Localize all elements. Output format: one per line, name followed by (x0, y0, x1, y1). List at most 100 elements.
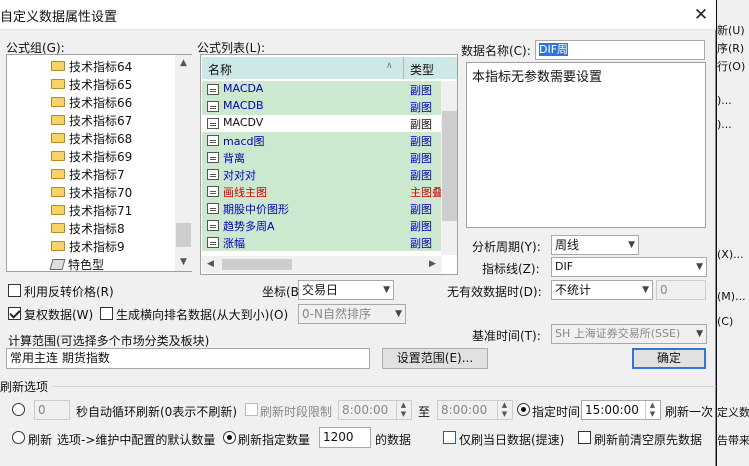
set-range-button[interactable]: 设置范围(E)... (382, 348, 488, 369)
formula-name: 期股中价图形 (223, 203, 289, 216)
table-row[interactable]: MACDB 副图 (202, 98, 442, 115)
formula-list[interactable]: 名称 ∧ 类型 MACDA 副图 MACDB 副图 MACDV 副图 macd图 副图 背离 副图… (200, 54, 458, 275)
loop-refresh-radio[interactable] (12, 403, 25, 416)
bg-label-def: 定义数 (717, 406, 749, 419)
tree-item[interactable]: 技术指标8 (51, 219, 125, 237)
bg-label-c: (C) (717, 315, 734, 328)
formula-type: 副图 (410, 118, 432, 131)
seconds-field[interactable]: 0 (34, 400, 70, 420)
restore-rights-label: 复权数据(W) (24, 308, 94, 322)
tree-item[interactable]: 技术指标70 (51, 183, 132, 201)
scroll-left-icon[interactable]: ◀ (202, 256, 219, 273)
folder-icon (51, 61, 65, 71)
folder-icon (51, 79, 65, 89)
tree-item[interactable]: 技术指标65 (51, 75, 132, 93)
coord-select[interactable]: 交易日 ▼ (298, 280, 394, 300)
folder-icon (51, 151, 65, 161)
tree-item[interactable]: 技术指标69 (51, 147, 132, 165)
ok-button[interactable]: 确定 (632, 348, 706, 369)
refresh-label: 刷新 (28, 433, 53, 447)
tree-scrollbar[interactable]: ▲ ▼ (175, 55, 192, 271)
table-row[interactable]: 涨幅 副图 (202, 234, 442, 251)
formula-type: 主图叠 (410, 186, 442, 199)
period-select[interactable]: 周线 ▼ (551, 235, 639, 255)
rank-select[interactable]: 0-N自然排序 ▼ (298, 304, 406, 324)
base-time-label: 基准时间(T): (472, 329, 541, 343)
scroll-right-icon[interactable]: ▶ (424, 256, 441, 273)
default-refresh-radio[interactable] (12, 431, 25, 444)
formula-icon (207, 237, 219, 248)
table-row[interactable]: 背离 副图 (202, 149, 442, 166)
tree-item[interactable]: 技术指标9 (51, 237, 125, 255)
special-type-icon (49, 258, 66, 270)
col-name-header[interactable]: 名称 (208, 61, 232, 78)
coord-value: 交易日 (302, 283, 339, 297)
reverse-price-checkbox[interactable] (8, 284, 21, 297)
table-row[interactable]: macd图 副图 (202, 132, 442, 149)
indicator-line-label: 指标线(Z): (482, 262, 540, 276)
today-only-checkbox[interactable] (443, 431, 456, 444)
table-row[interactable]: 期股中价图形 副图 (202, 200, 442, 217)
bg-label-a: )... (717, 94, 732, 107)
folder-icon (51, 241, 65, 251)
invalid-time-select[interactable]: 不统计 ▼ (551, 280, 653, 300)
tree-item[interactable]: 技术指标7 (51, 165, 125, 183)
formula-icon (207, 118, 219, 129)
tree-item[interactable]: 特色型 (49, 255, 104, 273)
title-bar: 自定义数据属性设置 ✕ (0, 0, 716, 30)
tree-item[interactable]: 技术指标64 (51, 57, 132, 75)
bg-label-tail: 告带来 (717, 434, 749, 447)
tree-item[interactable]: 技术指标71 (51, 201, 132, 219)
fixed-spinner-icon[interactable]: ▲ ▼ (645, 401, 659, 419)
period-label: 分析周期(Y): (472, 240, 541, 254)
chevron-down-icon: ▼ (696, 262, 703, 272)
scroll-down-icon[interactable]: ▼ (175, 254, 192, 271)
restore-rights-checkbox[interactable] (8, 307, 21, 320)
tree-item[interactable]: 技术指标67 (51, 111, 132, 129)
tree-item[interactable]: 技术指标66 (51, 93, 132, 111)
list-hscrollbar[interactable]: ◀ ▶ (202, 256, 442, 273)
window-title: 自定义数据属性设置 (0, 10, 118, 25)
base-time-select[interactable]: SH 上海证券交易所(SSE) ▼ (551, 324, 707, 344)
period-limit-checkbox[interactable] (245, 403, 258, 416)
calc-range-field[interactable]: 常用主连 期货指数 (6, 348, 370, 369)
clear-first-checkbox[interactable] (578, 431, 591, 444)
indicator-line-select[interactable]: DIF ▼ (551, 257, 707, 277)
invalid-time-value: 不统计 (555, 283, 592, 297)
tree-item-label: 技术指标69 (69, 149, 133, 164)
from-time-value: 8:00:00 (342, 403, 389, 417)
rank-checkbox[interactable] (100, 307, 113, 320)
folder-icon (51, 223, 65, 233)
table-row[interactable]: MACDA 副图 (202, 81, 442, 98)
chevron-down-icon: ▼ (383, 285, 390, 295)
folder-icon (51, 169, 65, 179)
formula-type: 副图 (410, 135, 432, 148)
data-name-field[interactable]: DIF周 (535, 40, 705, 60)
tree-item-label: 技术指标68 (69, 131, 133, 146)
scroll-up-icon[interactable]: ▲ (175, 55, 192, 72)
description-text: 本指标无参数需要设置 (472, 70, 603, 85)
table-row[interactable]: MACDV 副图 (202, 115, 442, 132)
bg-label-new: 新(U) (717, 24, 745, 37)
scroll-thumb[interactable] (176, 223, 191, 247)
table-row[interactable]: 对对对 副图 (202, 166, 442, 183)
count-field[interactable]: 1200 (319, 427, 371, 448)
to-spinner-icon[interactable]: ▲ ▼ (497, 401, 511, 419)
invalid-time-extra-field[interactable]: 0 (656, 280, 706, 300)
list-hscroll-thumb[interactable] (222, 259, 292, 270)
list-vscrollbar[interactable] (441, 81, 457, 255)
tree-item[interactable]: 技术指标68 (51, 129, 132, 147)
close-icon[interactable]: ✕ (688, 3, 714, 27)
refresh-section-title: 刷新选项 (0, 380, 49, 394)
formula-group-tree[interactable]: 技术指标64 技术指标65 技术指标66 技术指标67 技术指标68 技术指标69 技术指标… (6, 54, 192, 272)
data-name-label: 数据名称(C): (461, 44, 531, 58)
list-scroll-thumb[interactable] (442, 111, 457, 221)
table-row[interactable]: 画线主图 主图叠 (202, 183, 442, 200)
count-refresh-radio[interactable] (223, 431, 236, 444)
table-row[interactable]: 趋势多周A 副图 (202, 217, 442, 234)
fixed-time-radio[interactable] (517, 403, 530, 416)
formula-type: 副图 (410, 84, 432, 97)
from-spinner-icon[interactable]: ▲ ▼ (396, 401, 410, 419)
sort-arrow-icon: ∧ (386, 61, 393, 71)
col-type-header[interactable]: 类型 (410, 61, 434, 78)
